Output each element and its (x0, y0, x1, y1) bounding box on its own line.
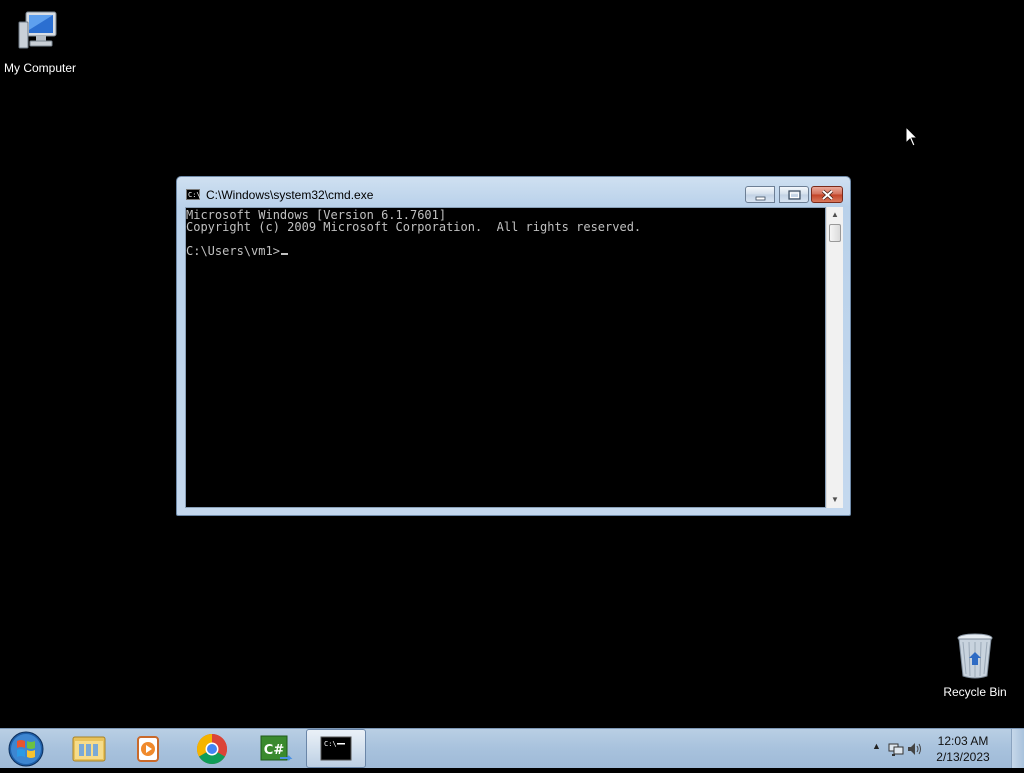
cmd-icon: C:\ (320, 736, 352, 761)
taskbar-chrome[interactable] (182, 729, 242, 768)
maximize-icon (788, 190, 801, 200)
taskbar: C# C:\ ▲ 12:03 AM 2/13/2023 (0, 728, 1024, 768)
title-bar[interactable]: C:\ C:\Windows\system32\cmd.exe (177, 177, 850, 207)
volume-icon[interactable] (907, 741, 923, 757)
csharp-icon: C# (260, 735, 293, 761)
recycle-bin-desktop-icon[interactable]: Recycle Bin (935, 632, 1015, 699)
recycle-bin-label: Recycle Bin (943, 685, 1007, 699)
my-computer-desktop-icon[interactable]: My Computer (0, 8, 80, 75)
minimize-icon (755, 196, 766, 201)
system-tray: ▲ 12:03 AM 2/13/2023 (854, 729, 1024, 768)
file-explorer-icon (72, 736, 106, 762)
recycle-bin-icon (957, 633, 993, 679)
taskbar-media-player[interactable] (119, 729, 179, 768)
taskbar-csharp[interactable]: C# (244, 729, 304, 768)
clock-time: 12:03 AM (937, 734, 989, 748)
clock-date: 2/13/2023 (936, 750, 990, 764)
show-desktop-button[interactable] (1011, 729, 1024, 768)
network-icon[interactable] (888, 741, 904, 757)
console-output-area[interactable]: Microsoft Windows [Version 6.1.7601] Cop… (185, 207, 826, 508)
taskbar-cmd[interactable]: C:\ (306, 729, 366, 768)
taskbar-file-explorer[interactable] (59, 729, 119, 768)
cmd-window-icon: C:\ (186, 189, 201, 200)
svg-text:C#: C# (264, 743, 285, 758)
window-title: C:\Windows\system32\cmd.exe (206, 188, 374, 202)
minimize-button[interactable] (745, 186, 775, 203)
my-computer-label: My Computer (3, 61, 77, 75)
console-text: Microsoft Windows [Version 6.1.7601] Cop… (186, 209, 641, 257)
close-icon (821, 189, 834, 201)
taskbar-clock[interactable]: 12:03 AM 2/13/2023 (928, 733, 998, 765)
console-prompt: C:\Users\vm1> (186, 244, 280, 258)
media-player-icon (137, 736, 159, 762)
start-button[interactable] (6, 730, 46, 768)
scroll-down-arrow-icon[interactable]: ▼ (827, 492, 843, 508)
svg-text:C:\: C:\ (324, 740, 337, 748)
close-button[interactable] (811, 186, 843, 203)
scrollbar-thumb[interactable] (829, 224, 841, 242)
scroll-up-arrow-icon[interactable]: ▲ (827, 207, 843, 223)
chrome-icon (196, 734, 228, 765)
computer-icon (18, 11, 57, 49)
mouse-cursor-icon (906, 127, 918, 147)
vertical-scrollbar[interactable]: ▲ ▼ (826, 207, 843, 508)
show-hidden-icons-arrow[interactable]: ▲ (872, 741, 881, 751)
cmd-window[interactable]: C:\ C:\Windows\system32\cmd.exe Microsof… (176, 176, 851, 516)
maximize-button[interactable] (779, 186, 809, 203)
windows-start-icon (8, 731, 44, 767)
console-line: Copyright (c) 2009 Microsoft Corporation… (186, 220, 642, 234)
text-cursor (280, 253, 288, 255)
